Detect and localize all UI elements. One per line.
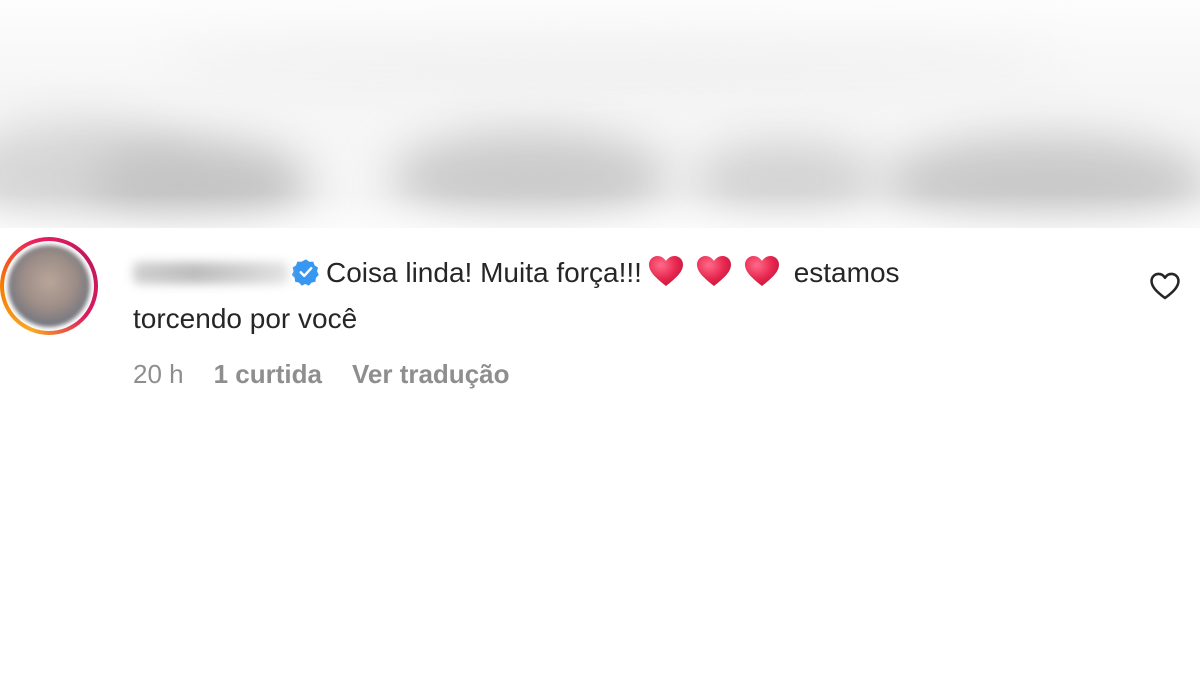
comment-text-part1: Coisa linda! Muita força!!! [326, 257, 642, 288]
blurred-content [0, 0, 1200, 228]
comment-meta: 20 h 1 curtida Ver tradução [133, 359, 510, 390]
comment-text: Coisa linda! Muita força!!! estamos torc… [133, 250, 1093, 342]
heart-outline-icon[interactable] [1148, 269, 1182, 303]
comment-time[interactable]: 20 h [133, 359, 184, 390]
comment-text-part2: estamos [793, 257, 900, 288]
comment-likes[interactable]: 1 curtida [214, 359, 322, 390]
avatar-image [8, 245, 90, 327]
translate-button[interactable]: Ver tradução [352, 359, 510, 390]
verified-badge-icon [292, 259, 319, 286]
avatar[interactable] [0, 237, 98, 335]
heart-emoji-icon [744, 256, 779, 286]
username-redacted[interactable] [133, 262, 288, 284]
comment-text-part3: torcendo por você [133, 303, 358, 334]
screen: Coisa linda! Muita força!!! estamos torc… [0, 0, 1200, 675]
comment-item: Coisa linda! Muita força!!! estamos torc… [0, 232, 1200, 402]
heart-emoji-icon [696, 256, 731, 286]
heart-emoji-icon [648, 256, 683, 286]
